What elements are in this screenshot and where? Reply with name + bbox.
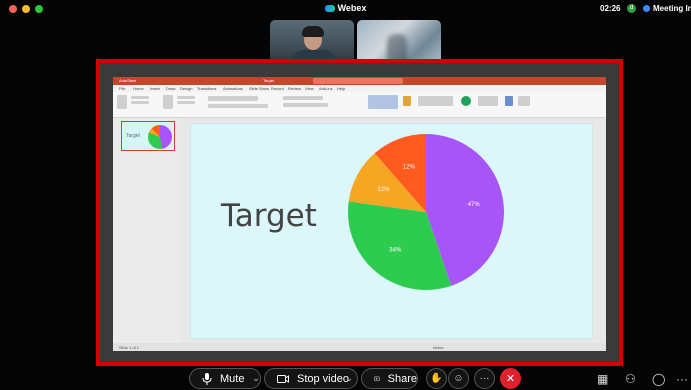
slide-count: Slide 1 of 1: [119, 345, 140, 350]
slide-thumbnail-1[interactable]: Target: [121, 121, 175, 151]
ppt-autosave[interactable]: AutoSave: [119, 78, 136, 83]
meeting-info[interactable]: Meeting In: [643, 4, 691, 13]
quick-styles-icon[interactable]: [418, 96, 453, 106]
ppt-search-box[interactable]: [313, 78, 403, 84]
ppt-tab-transitions[interactable]: Transitions: [197, 86, 216, 91]
meeting-clock: 02:26: [600, 4, 621, 13]
participants-icon: ⚇: [625, 372, 636, 386]
font-name-box[interactable]: [208, 96, 258, 101]
apps-button[interactable]: ▦: [597, 372, 608, 386]
share-button[interactable]: Share: [361, 368, 418, 389]
paragraph-icons[interactable]: [283, 96, 323, 100]
ppt-tab-design[interactable]: Design: [180, 86, 192, 91]
title-bar: Webex 02:26 d Meeting In: [0, 0, 691, 18]
raise-hand-icon: ✋: [430, 373, 443, 384]
ppt-tab-view[interactable]: View: [305, 86, 314, 91]
more-icon: ···: [479, 373, 490, 384]
cut-icon[interactable]: [131, 96, 149, 99]
ppt-tab-addins[interactable]: Add-ins: [319, 86, 333, 91]
stop-video-label: Stop video: [297, 372, 349, 385]
end-call-button[interactable]: ✕: [500, 368, 521, 389]
share-label: Share: [387, 372, 417, 385]
camera-icon: [277, 374, 289, 383]
slide-thumbnail-title: Target: [126, 133, 140, 139]
participant-hair: [302, 26, 324, 37]
webex-window: Webex 02:26 d Meeting In AutoSave Target…: [0, 0, 691, 390]
find-replace-icon[interactable]: [478, 96, 498, 106]
arrange-icon[interactable]: [403, 96, 411, 106]
pie-chart[interactable]: 47% 34% 12% 12%: [346, 132, 506, 292]
pie-data-label: 47%: [468, 202, 481, 208]
video-options-chevron-icon[interactable]: ⌄: [343, 373, 355, 385]
overflow-button[interactable]: ···: [676, 372, 688, 386]
app-title: Webex: [0, 3, 691, 13]
mute-options-chevron-icon[interactable]: ⌄: [250, 373, 262, 385]
ppt-tab-review[interactable]: Review: [288, 86, 301, 91]
app-title-text: Webex: [337, 3, 367, 13]
mute-label: Mute: [220, 372, 245, 385]
meeting-info-label: Meeting In: [653, 4, 691, 13]
slide-thumbnails-pane: Target: [113, 119, 179, 343]
participants-button[interactable]: ⚇: [625, 372, 636, 386]
meeting-info-icon: [643, 5, 650, 12]
pie-data-label: 34%: [389, 247, 402, 253]
ppt-tab-draw[interactable]: Draw: [166, 86, 175, 91]
ppt-tab-insert[interactable]: Insert: [150, 86, 160, 91]
copy-icon[interactable]: [131, 101, 149, 104]
layout-icon[interactable]: [177, 96, 195, 99]
slide-thumbnail-pie: [148, 125, 172, 149]
end-call-icon: ✕: [505, 373, 516, 385]
meeting-controls: Mute ⌄ Stop video ⌄ Share ✋ ☺ ··· ✕ ▦ ⚇ …: [0, 364, 691, 390]
chat-button[interactable]: ◯: [652, 372, 665, 386]
share-screen-icon: [374, 376, 380, 381]
webex-logo-icon: [324, 5, 335, 13]
pie-data-label: 12%: [377, 187, 390, 193]
apps-icon: ▦: [597, 372, 609, 386]
ppt-tab-slideshow[interactable]: Slide Show: [249, 86, 269, 91]
ppt-ribbon-tabs: File Home Insert Draw Design Transitions…: [113, 85, 606, 92]
raise-hand-button[interactable]: ✋: [426, 368, 447, 389]
slide-canvas[interactable]: Target 47% 34% 12% 12%: [190, 123, 593, 339]
ppt-tab-help[interactable]: Help: [337, 86, 345, 91]
ppt-doc-title: Target: [263, 78, 275, 83]
ppt-ribbon: [113, 92, 606, 118]
font-format-icons[interactable]: [208, 104, 268, 108]
pie-data-label: 12%: [403, 165, 416, 171]
ppt-tab-home[interactable]: Home: [133, 86, 144, 91]
shared-screen-highlight: AutoSave Target File Home Insert Draw De…: [96, 59, 623, 366]
user-avatar[interactable]: d: [627, 4, 636, 13]
overflow-icon: ···: [676, 372, 688, 386]
designer-icon[interactable]: [461, 96, 471, 106]
ppt-tab-record[interactable]: Record: [271, 86, 284, 91]
slide-title[interactable]: Target: [221, 198, 317, 234]
notes-button[interactable]: Notes: [433, 345, 443, 350]
reactions-button[interactable]: ☺: [448, 368, 469, 389]
ppt-title-bar: AutoSave Target: [113, 77, 606, 85]
reactions-icon: ☺: [453, 373, 464, 384]
ppt-status-bar: Slide 1 of 1 Notes: [113, 343, 606, 351]
design-ideas-icon[interactable]: [518, 96, 530, 106]
ppt-tab-animations[interactable]: Animations: [223, 86, 243, 91]
new-slide-icon[interactable]: [163, 95, 173, 109]
dictate-icon[interactable]: [505, 96, 513, 106]
more-options-button[interactable]: ···: [474, 368, 495, 389]
microphone-icon: [202, 372, 212, 385]
paste-icon[interactable]: [117, 95, 127, 109]
reset-icon[interactable]: [177, 101, 195, 104]
powerpoint-window: AutoSave Target File Home Insert Draw De…: [113, 77, 606, 351]
alignment-icons[interactable]: [283, 103, 328, 107]
ppt-tab-file[interactable]: File: [119, 86, 125, 91]
shapes-gallery[interactable]: [368, 95, 398, 109]
chat-icon: ◯: [652, 372, 666, 386]
